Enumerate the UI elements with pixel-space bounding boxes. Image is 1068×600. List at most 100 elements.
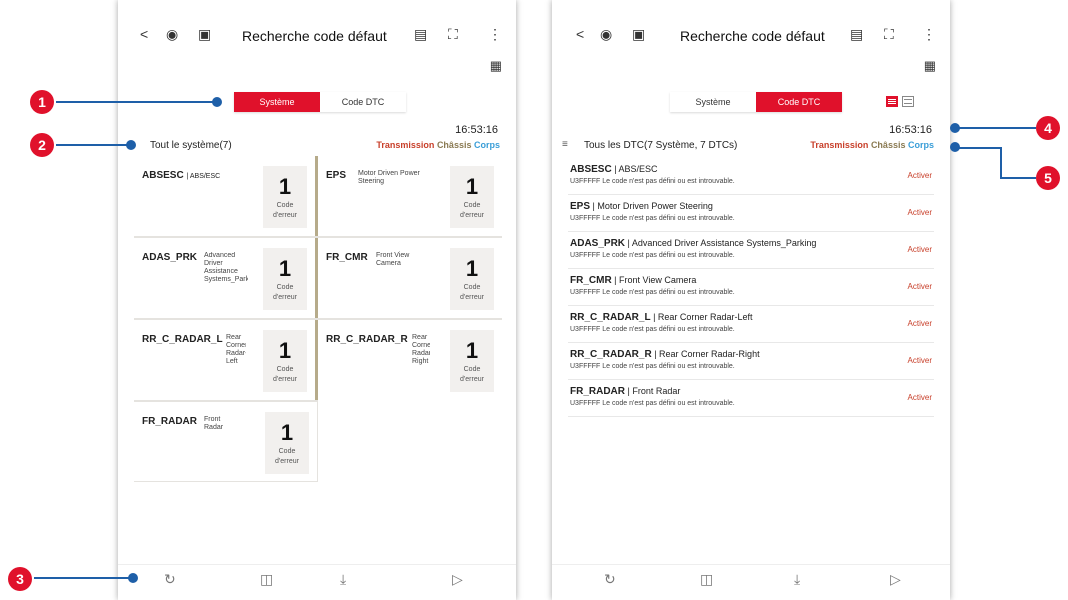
timestamp: 16:53:16 [889, 124, 932, 136]
more-icon[interactable]: ⋮ [922, 26, 936, 43]
report-icon[interactable]: ▤ [414, 26, 427, 43]
right-screen: < ◉ ▣ Recherche code défaut ▤ ⛶ ⋮ ▦ Syst… [552, 0, 950, 600]
error-count-box: 1 Code d'erreur [450, 166, 494, 228]
dtc-code-text: U3FFFFF Le code n'est pas défini ou est … [570, 326, 735, 333]
page-title: Recherche code défaut [242, 28, 387, 44]
car-settings-icon[interactable]: ▦ [924, 58, 936, 74]
system-card[interactable]: RR_C_RADAR_R Rear Corner Radar-Right 1Co… [318, 320, 502, 400]
callout-line [954, 127, 1036, 129]
activate-button[interactable]: Activer [908, 282, 932, 291]
category-chassis[interactable]: Châssis [871, 140, 906, 150]
left-screen: < ◉ ▣ Recherche code défaut ▤ ⛶ ⋮ ▦ Syst… [118, 0, 516, 600]
play-file-icon[interactable]: ▷ [890, 571, 901, 588]
top-bar: < ◉ ▣ Recherche code défaut ▤ ⛶ ⋮ [118, 26, 516, 50]
system-name: RR_C_RADAR_L [142, 334, 223, 345]
dtc-system: RR_C_RADAR_L | Rear Corner Radar-Left [570, 312, 753, 323]
download-icon[interactable]: ⤓ [340, 571, 346, 588]
system-desc: Front View Camera [376, 252, 410, 267]
dtc-row[interactable]: ADAS_PRK | Advanced Driver Assistance Sy… [568, 232, 934, 269]
system-card[interactable]: RR_C_RADAR_L Rear Corner Radar-Left 1 Cod… [134, 320, 318, 400]
delete-icon[interactable]: ◫ [260, 571, 273, 588]
category-chassis[interactable]: Châssis [437, 140, 472, 150]
vehicle-upload-icon[interactable]: ▣ [632, 26, 645, 43]
dtc-row[interactable]: FR_RADAR | Front Radar U3FFFFF Le code n… [568, 380, 934, 417]
category-corps[interactable]: Corps [474, 140, 500, 150]
error-count-box: 1 Code d'erreur [263, 248, 307, 310]
category-corps[interactable]: Corps [908, 140, 934, 150]
fullscreen-icon[interactable]: ⛶ [448, 26, 458, 43]
timestamp: 16:53:16 [455, 124, 498, 136]
vehicle-scan-icon[interactable]: ◉ [166, 26, 178, 43]
refresh-icon[interactable]: ↻ [604, 571, 616, 588]
dtc-row[interactable]: ABSESC | ABS/ESC U3FFFFF Le code n'est p… [568, 158, 934, 195]
list-view-icon[interactable] [886, 96, 898, 107]
report-icon[interactable]: ▤ [850, 26, 863, 43]
system-name: FR_RADAR [142, 416, 197, 427]
filter-label: Tout le système(7) [150, 140, 232, 151]
dtc-code-text: U3FFFFF Le code n'est pas défini ou est … [570, 252, 735, 259]
callout-line [56, 144, 130, 146]
system-card[interactable]: ADAS_PRK Advanced Driver Assistance Syst… [134, 238, 318, 318]
filter-label: Tous les DTC(7 Système, 7 DTCs) [584, 140, 738, 151]
delete-icon[interactable]: ◫ [700, 571, 713, 588]
back-icon[interactable]: < [576, 26, 584, 42]
dtc-code-text: U3FFFFF Le code n'est pas défini ou est … [570, 363, 735, 370]
callout-3: 3 [8, 567, 32, 591]
dtc-system: FR_RADAR | Front Radar [570, 386, 681, 397]
system-desc: Front Radar [204, 416, 224, 431]
back-icon[interactable]: < [140, 26, 148, 42]
activate-button[interactable]: Activer [908, 171, 932, 180]
category-transmission[interactable]: Transmission [810, 140, 868, 150]
refresh-icon[interactable]: ↻ [164, 571, 176, 588]
tab-system[interactable]: Système [670, 92, 756, 112]
callout-dot [212, 97, 222, 107]
system-desc: Rear Corner Radar-Left [226, 334, 246, 365]
category-transmission[interactable]: Transmission [376, 140, 434, 150]
dtc-system: ADAS_PRK | Advanced Driver Assistance Sy… [570, 238, 817, 249]
error-count-box: 1 Code d'erreur [263, 330, 307, 392]
bottom-toolbar: ↻ ◫ ⤓ ▷ [118, 564, 516, 600]
callout-4: 4 [1036, 116, 1060, 140]
dtc-row[interactable]: RR_C_RADAR_R | Rear Corner Radar-Right U… [568, 343, 934, 380]
bottom-toolbar: ↻ ◫ ⤓ ▷ [552, 564, 950, 600]
tab-system[interactable]: Système [234, 92, 320, 112]
dtc-row[interactable]: FR_CMR | Front View Camera U3FFFFF Le co… [568, 269, 934, 306]
activate-button[interactable]: Activer [908, 208, 932, 217]
tab-dtc-code[interactable]: Code DTC [320, 92, 406, 112]
system-card[interactable]: EPS Motor Driven Power Steering 1 Code d'e… [318, 156, 502, 236]
more-icon[interactable]: ⋮ [488, 26, 502, 43]
view-tabs: Système Code DTC [670, 92, 842, 112]
callout-dot [126, 140, 136, 150]
car-settings-icon[interactable]: ▦ [490, 58, 502, 74]
play-file-icon[interactable]: ▷ [452, 571, 463, 588]
vehicle-scan-icon[interactable]: ◉ [600, 26, 612, 43]
activate-button[interactable]: Activer [908, 393, 932, 402]
system-name: ADAS_PRK [142, 252, 198, 263]
callout-2: 2 [30, 133, 54, 157]
error-count-box: 1 Code d'erreur [450, 248, 494, 310]
system-card[interactable]: FR_CMR Front View Camera 1 Code d'erreur [318, 238, 502, 318]
vehicle-upload-icon[interactable]: ▣ [198, 26, 211, 43]
download-icon[interactable]: ⤓ [794, 571, 800, 588]
system-desc: Motor Driven Power Steering [358, 170, 420, 185]
category-filters: Transmission Châssis Corps [376, 140, 500, 150]
dtc-code-text: U3FFFFF Le code n'est pas défini ou est … [570, 215, 735, 222]
system-desc: Rear Corner Radar-Right [412, 334, 430, 365]
dtc-system: FR_CMR | Front View Camera [570, 275, 697, 286]
activate-button[interactable]: Activer [908, 319, 932, 328]
dtc-row[interactable]: EPS | Motor Driven Power Steering U3FFFF… [568, 195, 934, 232]
grid-view-icon[interactable] [902, 96, 914, 107]
tab-dtc-code[interactable]: Code DTC [756, 92, 842, 112]
activate-button[interactable]: Activer [908, 356, 932, 365]
fullscreen-icon[interactable]: ⛶ [884, 26, 894, 43]
category-filters: Transmission Châssis Corps [810, 140, 934, 150]
callout-line [1002, 177, 1036, 179]
callout-1: 1 [30, 90, 54, 114]
top-bar: < ◉ ▣ Recherche code défaut ▤ ⛶ ⋮ [552, 26, 950, 50]
system-name: FR_CMR [326, 252, 368, 263]
filter-icon[interactable]: ≡ [562, 139, 568, 150]
dtc-row[interactable]: RR_C_RADAR_L | Rear Corner Radar-Left U3… [568, 306, 934, 343]
system-card[interactable]: ABSESC | ABS/ESC 1 Code d'erreur [134, 156, 318, 236]
activate-button[interactable]: Activer [908, 245, 932, 254]
system-card[interactable]: FR_RADAR Front Radar 1 Code d'erreur [134, 402, 318, 482]
